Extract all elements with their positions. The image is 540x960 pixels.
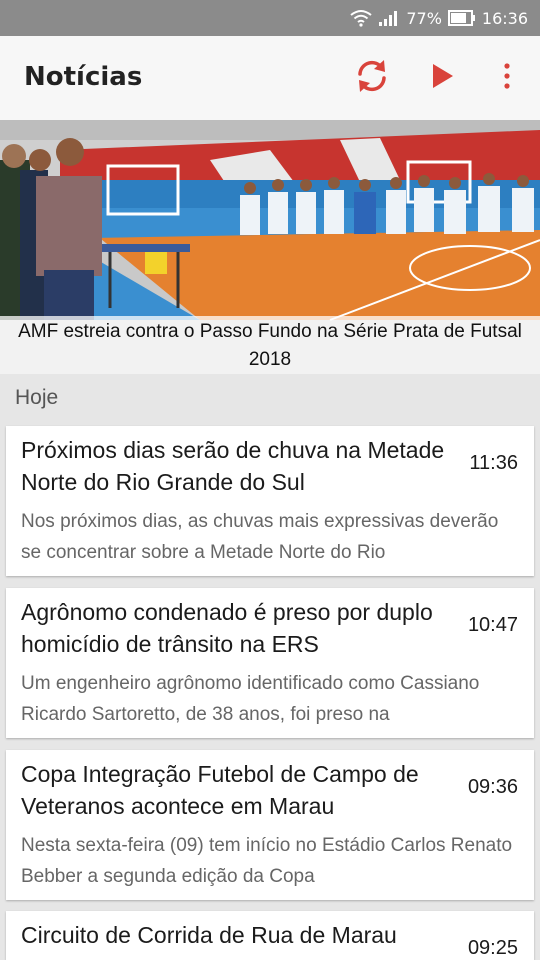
news-card[interactable]: Próximos dias serão de chuva na Metade N… bbox=[6, 426, 534, 576]
news-summary: Nos próximos dias, as chuvas mais expres… bbox=[21, 511, 499, 563]
news-card[interactable]: Copa Integração Futebol de Campo de Vete… bbox=[6, 750, 534, 900]
battery-percent: 77% bbox=[406, 8, 442, 28]
status-time: 16:36 bbox=[481, 8, 528, 28]
status-bar: 77% 16:36 bbox=[0, 0, 540, 36]
app-bar: Notícias bbox=[0, 36, 540, 120]
more-options-button[interactable] bbox=[485, 56, 529, 100]
refresh-button[interactable] bbox=[350, 56, 394, 100]
signal-icon bbox=[378, 9, 400, 27]
news-title: Agrônomo condenado é preso por duplo hom… bbox=[21, 599, 433, 657]
refresh-icon bbox=[354, 58, 390, 98]
section-header-today: Hoje bbox=[15, 386, 59, 409]
news-summary: Nesta sexta-feira (09) tem início no Est… bbox=[21, 835, 513, 887]
news-time: 11:36 bbox=[469, 452, 518, 474]
play-button[interactable] bbox=[421, 56, 465, 100]
news-title: Circuito de Corrida de Rua de Marau bbox=[21, 922, 397, 948]
news-time: 09:36 bbox=[467, 776, 518, 798]
more-vert-icon bbox=[503, 63, 511, 93]
news-time: 10:47 bbox=[467, 614, 518, 636]
news-summary: Um engenheiro agrônomo identificado como… bbox=[21, 673, 480, 725]
news-title: Próximos dias serão de chuva na Metade N… bbox=[21, 437, 445, 495]
play-icon bbox=[431, 63, 455, 93]
news-time: 09:25 bbox=[467, 937, 518, 959]
wifi-icon bbox=[350, 9, 372, 27]
news-card[interactable]: Agrônomo condenado é preso por duplo hom… bbox=[6, 588, 534, 738]
page-title: Notícias bbox=[24, 62, 143, 92]
featured-news-banner[interactable]: AMF estreia contra o Passo Fundo na Séri… bbox=[0, 120, 540, 374]
news-title: Copa Integração Futebol de Campo de Vete… bbox=[21, 761, 419, 819]
news-card[interactable]: Circuito de Corrida de Rua de Marau 09:2… bbox=[6, 911, 534, 960]
battery-icon bbox=[447, 10, 476, 26]
featured-caption: AMF estreia contra o Passo Fundo na Séri… bbox=[0, 316, 540, 374]
